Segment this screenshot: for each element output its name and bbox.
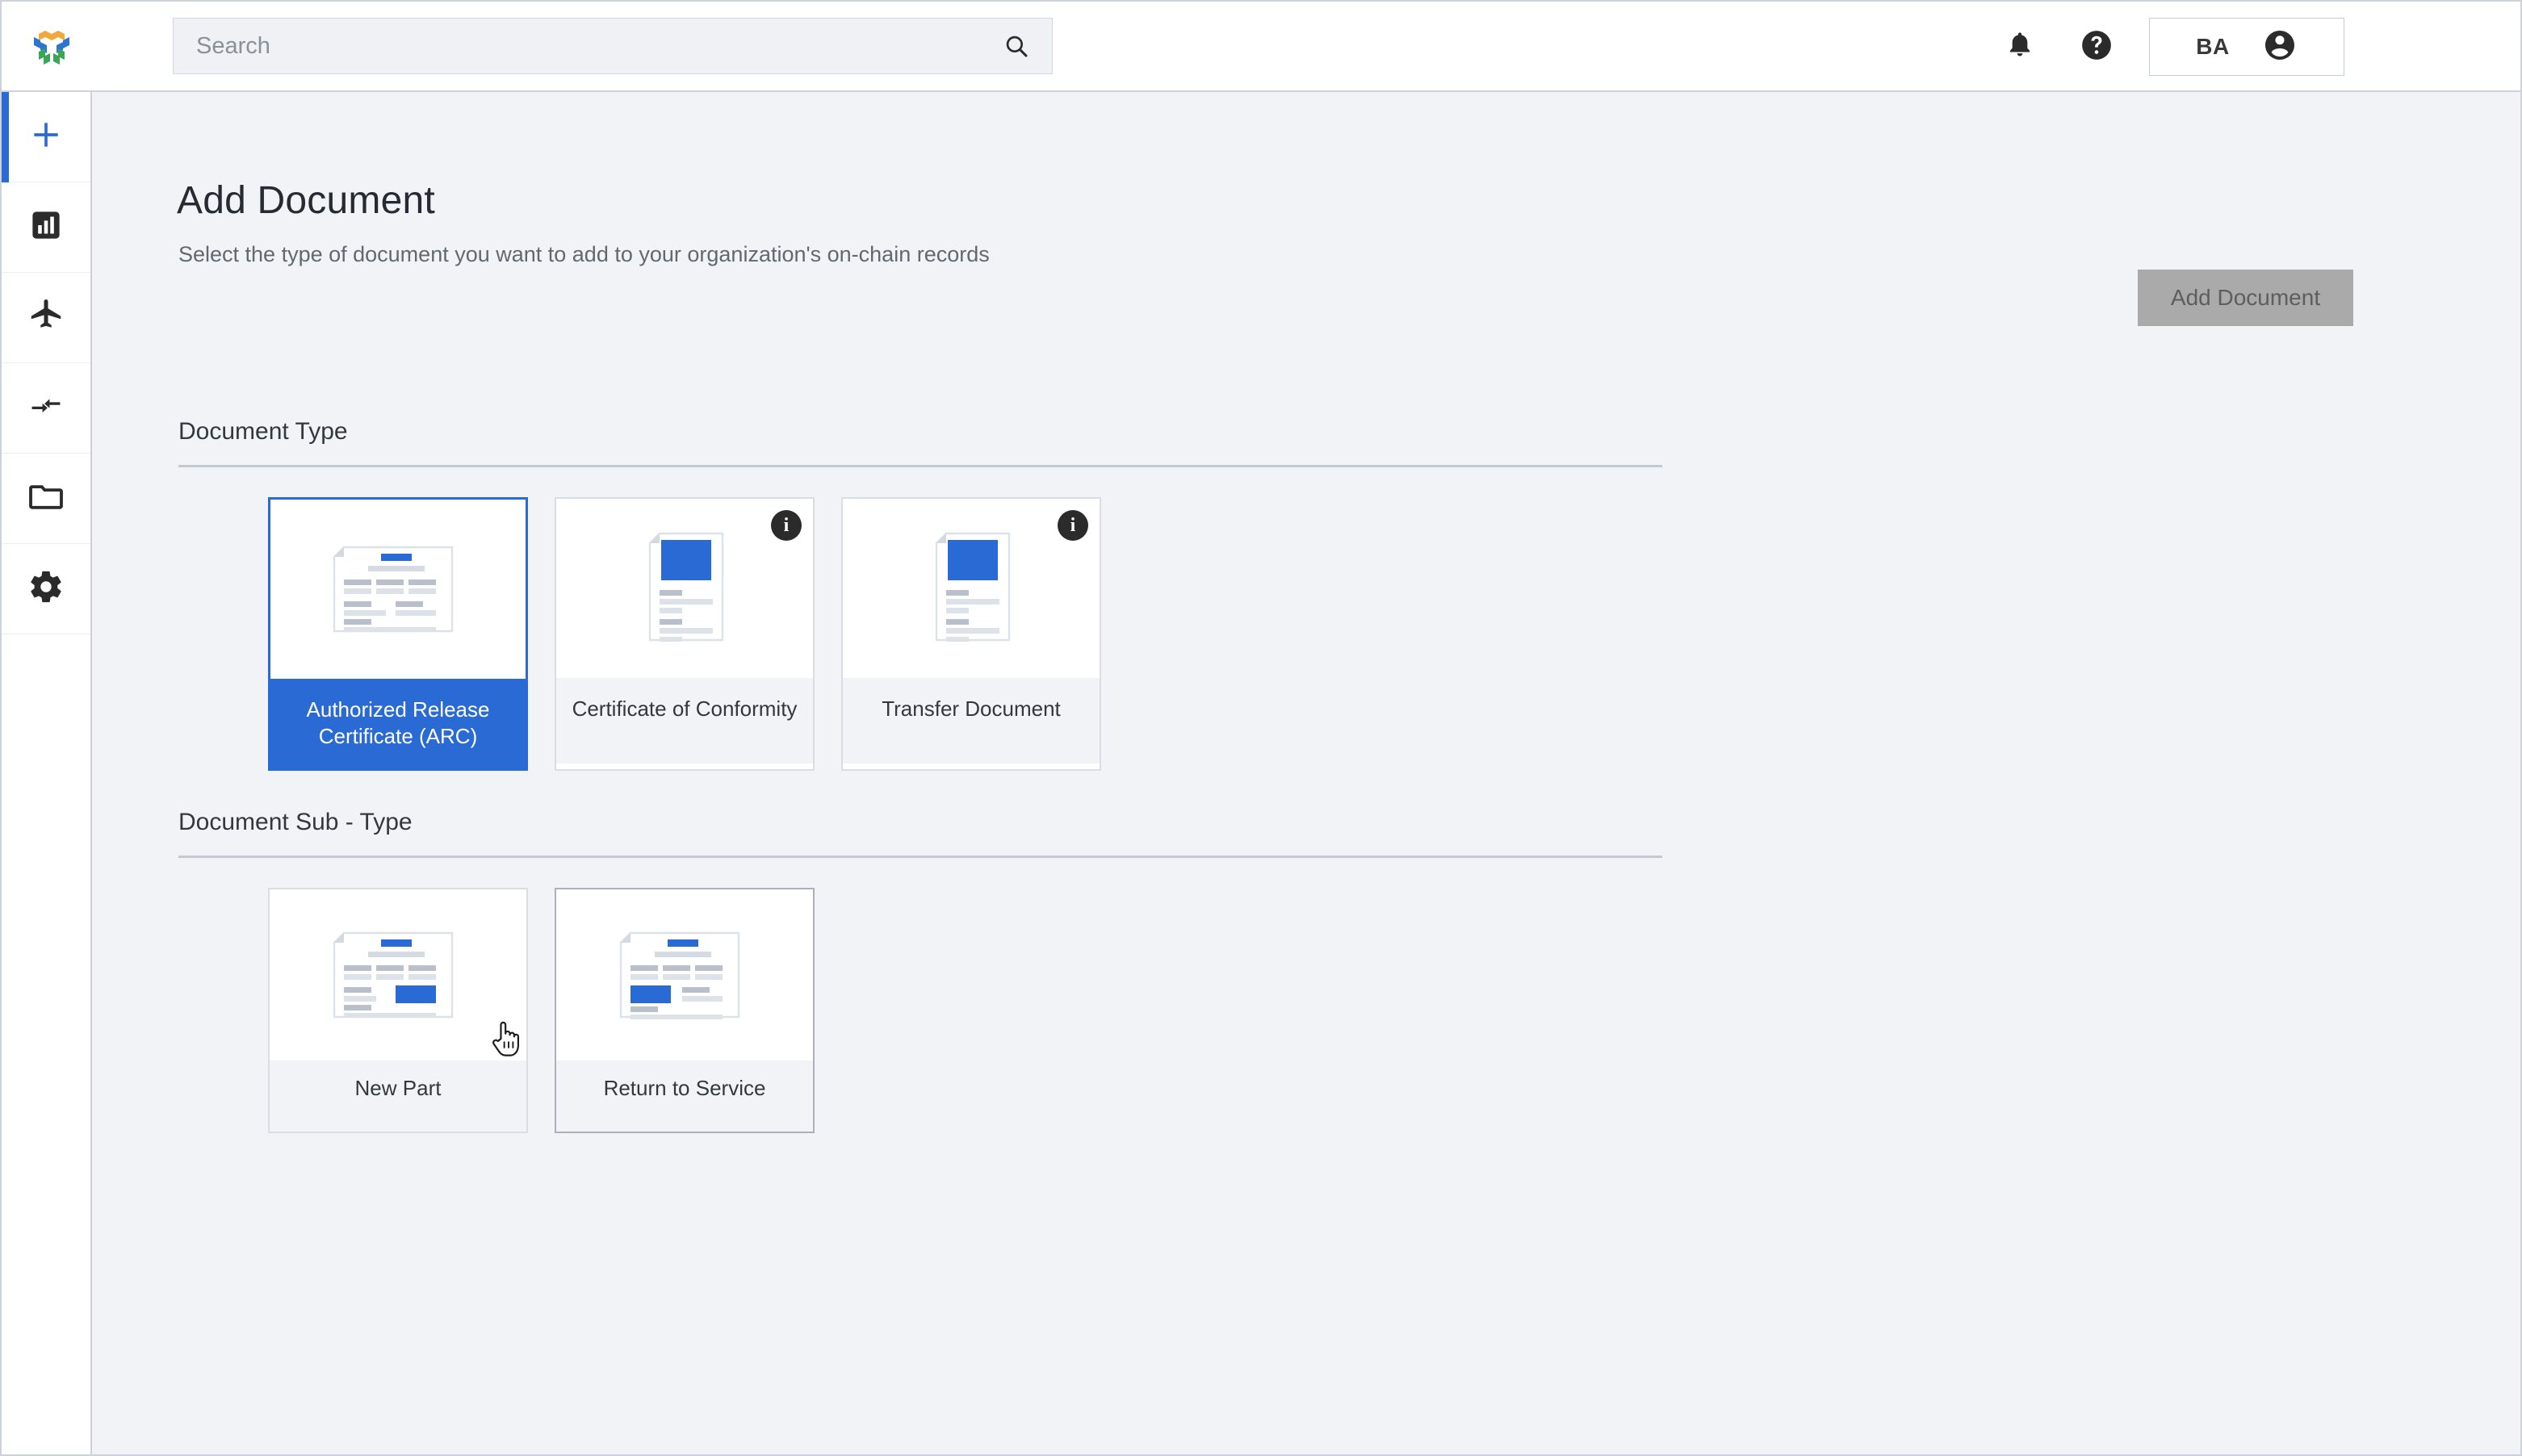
portrait-document-thumbnail <box>924 525 1019 652</box>
sidebar-item-transfers[interactable] <box>2 363 90 454</box>
bell-icon <box>2004 29 2036 65</box>
new-part-document-thumbnail <box>326 920 470 1031</box>
card-thumbnail: i <box>843 499 1100 678</box>
notifications-button[interactable] <box>1999 26 2041 68</box>
document-sub-type-card-return-to-service[interactable]: Return to Service <box>555 888 815 1133</box>
document-type-divider <box>178 465 1662 467</box>
card-label: Certificate of Conformity <box>556 678 813 764</box>
top-bar: BA <box>2 2 2520 92</box>
transfer-arrows-icon <box>28 388 64 428</box>
help-button[interactable] <box>2076 26 2118 68</box>
gear-icon <box>27 568 65 609</box>
card-label: Return to Service <box>556 1061 813 1132</box>
document-type-card-arc[interactable]: Authorized Release Certificate (ARC) <box>268 497 528 771</box>
folder-icon <box>27 478 65 519</box>
sidebar-item-settings[interactable] <box>2 544 90 634</box>
card-thumbnail: i <box>556 499 813 678</box>
add-document-button[interactable]: Add Document <box>2138 270 2353 326</box>
page-title: Add Document <box>177 179 435 222</box>
account-menu[interactable]: BA <box>2149 18 2344 76</box>
info-icon[interactable]: i <box>771 510 802 541</box>
card-thumbnail <box>270 500 526 679</box>
account-circle-icon <box>2262 27 2298 67</box>
sidebar-item-add[interactable] <box>2 92 90 182</box>
document-sub-type-divider <box>178 856 1662 858</box>
card-thumbnail <box>556 889 813 1061</box>
airplane-icon <box>27 297 65 338</box>
account-initials: BA <box>2196 34 2230 59</box>
document-type-card-list: Authorized Release Certificate (ARC) i C… <box>268 497 1128 771</box>
sidebar-item-dashboard[interactable] <box>2 182 90 273</box>
page-subtitle: Select the type of document you want to … <box>178 242 990 266</box>
search-input[interactable] <box>174 19 994 73</box>
document-type-card-transfer-document[interactable]: i Transfer Document <box>841 497 1101 771</box>
arc-document-thumbnail <box>326 534 470 645</box>
bar-chart-icon <box>29 208 63 246</box>
return-to-service-document-thumbnail <box>613 920 756 1031</box>
help-circle-icon <box>2080 28 2114 66</box>
sidebar <box>2 92 92 1454</box>
sidebar-item-documents[interactable] <box>2 454 90 544</box>
card-thumbnail <box>270 889 526 1061</box>
document-sub-type-heading: Document Sub - Type <box>178 809 413 835</box>
app-window: BA <box>0 0 2522 1456</box>
portrait-document-thumbnail <box>637 525 732 652</box>
sidebar-item-aircraft[interactable] <box>2 273 90 363</box>
card-label: Transfer Document <box>843 678 1100 764</box>
document-sub-type-card-list: New Part Return to Service <box>268 888 841 1133</box>
main-content: Add Document Select the type of document… <box>92 92 2520 1454</box>
plus-icon <box>28 117 64 157</box>
search-icon[interactable] <box>994 19 1039 73</box>
document-type-card-certificate-of-conformity[interactable]: i Certificate of Conformity <box>555 497 815 771</box>
document-sub-type-card-new-part[interactable]: New Part <box>268 888 528 1133</box>
search-bar[interactable] <box>173 18 1053 74</box>
card-label: New Part <box>270 1061 526 1132</box>
hexagon-logo-icon[interactable] <box>27 24 76 71</box>
card-label: Authorized Release Certificate (ARC) <box>270 679 526 768</box>
info-icon[interactable]: i <box>1058 510 1088 541</box>
document-type-heading: Document Type <box>178 418 348 445</box>
